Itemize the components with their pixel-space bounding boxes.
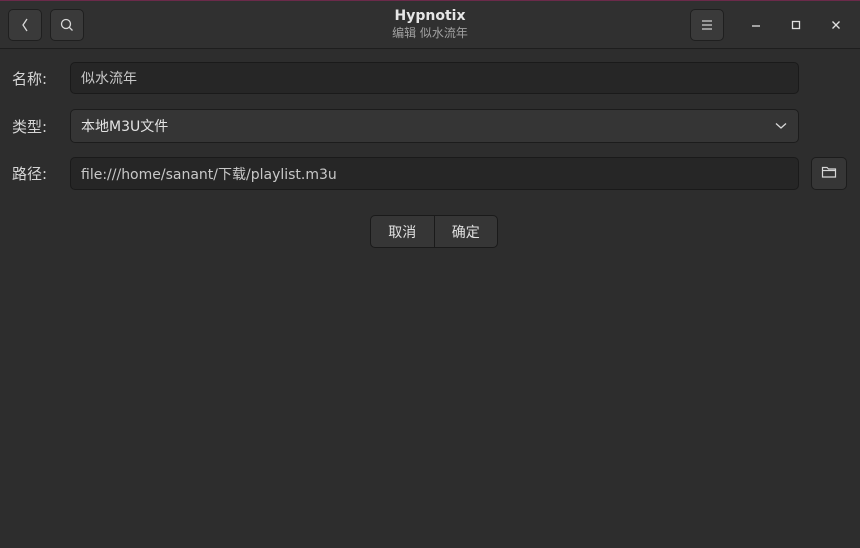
maximize-icon (790, 16, 802, 35)
title-block: Hypnotix 编辑 似水流年 (0, 7, 860, 41)
ok-button[interactable]: 确定 (433, 216, 498, 247)
name-field-value: 似水流年 (81, 71, 137, 87)
maximize-button[interactable] (785, 14, 807, 36)
app-window: Hypnotix 编辑 似水流年 名称: 似水流年 类型: 本地M3U文件 路径… (0, 0, 860, 548)
dialog-actions: 取消 确定 (370, 215, 498, 248)
close-icon (830, 16, 842, 35)
minimize-button[interactable] (745, 14, 767, 36)
path-field[interactable]: file:///home/sanant/下载/playlist.m3u (70, 157, 799, 190)
name-field[interactable]: 似水流年 (70, 62, 799, 94)
header-bar: Hypnotix 编辑 似水流年 (0, 1, 860, 49)
type-dropdown[interactable]: 本地M3U文件 (70, 109, 799, 143)
path-label: 路径: (12, 165, 48, 183)
type-dropdown-value: 本地M3U文件 (81, 119, 169, 135)
type-label: 类型: (12, 118, 48, 136)
hamburger-menu-icon (700, 19, 714, 31)
browse-folder-button[interactable] (811, 157, 847, 190)
menu-button[interactable] (690, 9, 724, 41)
cancel-button[interactable]: 取消 (371, 216, 434, 247)
path-field-value: file:///home/sanant/下载/playlist.m3u (81, 166, 337, 183)
folder-icon (821, 164, 837, 183)
name-label: 名称: (12, 70, 48, 88)
minimize-icon (750, 16, 762, 35)
window-subtitle: 编辑 似水流年 (392, 26, 468, 40)
chevron-down-icon (774, 119, 788, 133)
window-title: Hypnotix (394, 8, 466, 24)
close-button[interactable] (825, 14, 847, 36)
